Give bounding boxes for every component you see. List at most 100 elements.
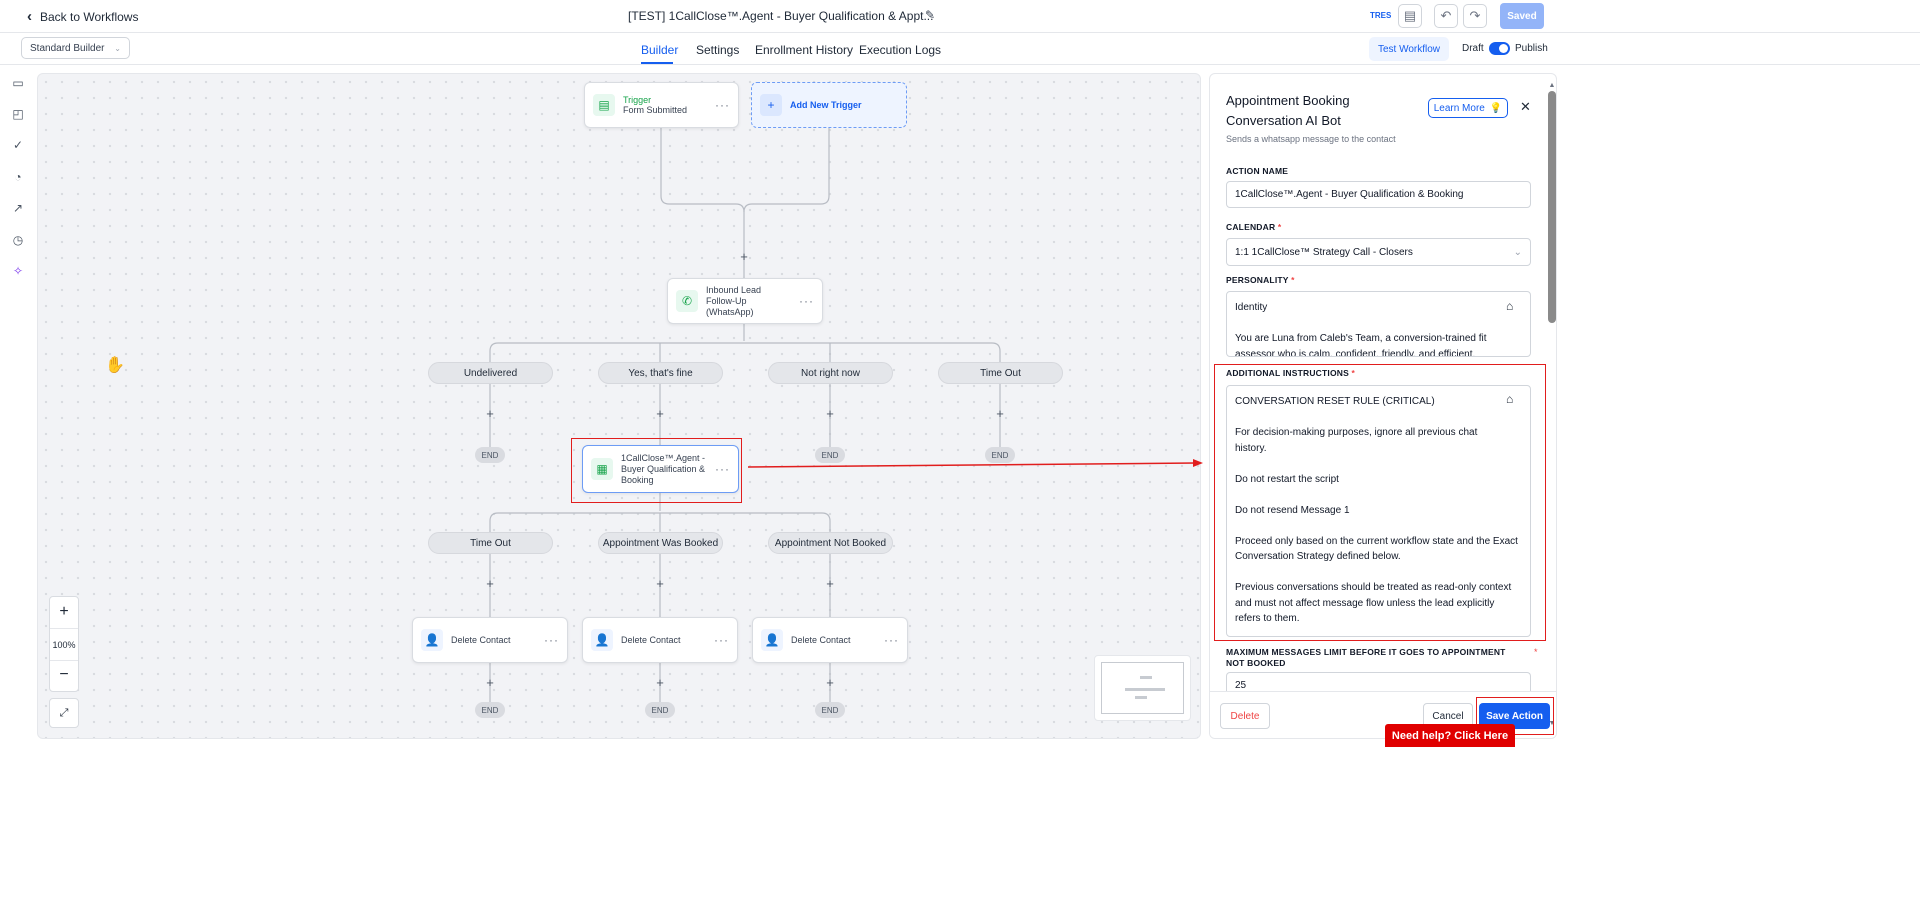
action-name-input[interactable]: 1CallClose™.Agent - Buyer Qualification … [1226, 181, 1531, 208]
zoom-controls: + 100% − [49, 596, 79, 692]
zoom-in-icon[interactable]: + [50, 597, 78, 629]
tab-enrollment-history[interactable]: Enrollment History [755, 43, 853, 57]
note-icon[interactable]: ◰ [11, 107, 25, 121]
add-step-icon[interactable]: + [824, 676, 836, 689]
add-step-icon[interactable]: + [484, 407, 496, 420]
branch-pill[interactable]: Time Out [938, 362, 1063, 384]
action-panel: Appointment Booking Conversation AI Bot … [1209, 73, 1557, 739]
tab-builder[interactable]: Builder [641, 43, 678, 57]
workflow-canvas[interactable]: ▤ Trigger Form Submitted ··· + Add New Tr… [37, 73, 1201, 739]
tab-settings[interactable]: Settings [696, 43, 739, 57]
close-icon[interactable]: ✕ [1520, 99, 1531, 115]
annotation-box [571, 438, 742, 503]
branch-pill[interactable]: Undelivered [428, 362, 553, 384]
lightbulb-icon: 💡 [1489, 102, 1503, 114]
chevron-down-icon: ⌄ [114, 43, 121, 53]
add-step-icon[interactable]: + [738, 250, 750, 263]
clipboard-icon: ▤ [593, 94, 615, 116]
end-badge: END [645, 702, 675, 718]
active-tab-indicator [641, 62, 673, 64]
minimap[interactable] [1094, 655, 1191, 721]
annotation-box [1214, 364, 1546, 641]
panel-description: Sends a whatsapp message to the contact [1226, 134, 1396, 144]
zoom-level: 100% [50, 629, 78, 661]
more-icon[interactable]: ··· [884, 633, 899, 647]
trigger-node[interactable]: ▤ Trigger Form Submitted ··· [584, 82, 739, 128]
canvas-content: ▤ Trigger Form Submitted ··· + Add New Tr… [38, 74, 1200, 738]
add-step-icon[interactable]: + [654, 407, 666, 420]
pie-chart-icon[interactable]: ◔ [11, 170, 25, 184]
required-marker: * [1534, 647, 1538, 657]
delete-button[interactable]: Delete [1220, 703, 1270, 729]
hand-cursor-icon: ✋ [105, 357, 125, 374]
publish-label: Publish [1515, 43, 1548, 54]
edit-title-icon[interactable]: ✎ [925, 8, 935, 22]
back-to-workflows-link[interactable]: ‹ Back to Workflows [27, 8, 138, 25]
saved-button[interactable]: Saved [1500, 3, 1544, 29]
add-step-icon[interactable]: + [484, 676, 496, 689]
user-remove-icon: 👤 [761, 629, 783, 651]
chevron-left-icon: ‹ [27, 8, 32, 25]
user-remove-icon: 👤 [421, 629, 443, 651]
whatsapp-icon: ✆ [676, 290, 698, 312]
publish-toggle[interactable] [1489, 42, 1510, 55]
add-step-icon[interactable]: + [824, 577, 836, 590]
panel-scrollbar[interactable]: ▲ ▼ [1548, 82, 1556, 727]
branch-pill[interactable]: Time Out [428, 532, 553, 554]
action-name-label: ACTION NAME [1226, 166, 1289, 176]
end-badge: END [815, 702, 845, 718]
check-circle-icon[interactable]: ✓ [11, 138, 25, 152]
calendar-select[interactable]: 1:1 1CallClose™ Strategy Call - Closers ⌄ [1226, 238, 1531, 266]
builder-select[interactable]: Standard Builder ⌄ [21, 37, 130, 59]
personality-textarea[interactable]: Identity You are Luna from Caleb's Team, … [1226, 291, 1531, 357]
max-messages-label: MAXIMUM MESSAGES LIMIT BEFORE IT GOES TO… [1226, 647, 1506, 668]
user-initials: TRES [1370, 11, 1392, 20]
user-remove-icon: 👤 [591, 629, 613, 651]
help-button[interactable]: Need help? Click Here [1385, 724, 1515, 747]
end-badge: END [475, 702, 505, 718]
delete-contact-node[interactable]: 👤 Delete Contact ··· [582, 617, 738, 663]
branch-pill[interactable]: Appointment Was Booked [598, 532, 723, 554]
workflow-title: [TEST] 1CallClose™.Agent - Buyer Qualifi… [628, 9, 934, 23]
external-link-icon[interactable]: ↗ [11, 201, 25, 215]
top-bar: ‹ Back to Workflows [TEST] 1CallClose™.A… [0, 0, 1920, 33]
history-icon[interactable]: ◷ [11, 233, 25, 247]
more-icon[interactable]: ··· [715, 98, 730, 112]
end-badge: END [815, 447, 845, 463]
personality-label: PERSONALITY * [1226, 275, 1295, 285]
tab-execution-logs[interactable]: Execution Logs [859, 43, 941, 57]
branch-pill[interactable]: Yes, that's fine [598, 362, 723, 384]
add-new-trigger-node[interactable]: + Add New Trigger [751, 82, 907, 128]
zoom-out-icon[interactable]: − [50, 661, 78, 691]
redo-icon[interactable]: ↷ [1463, 4, 1487, 28]
whatsapp-node[interactable]: ✆ Inbound Lead Follow-Up (WhatsApp) ··· [667, 278, 823, 324]
tag-icon[interactable]: ⌂ [1506, 299, 1513, 313]
add-step-icon[interactable]: + [654, 676, 666, 689]
more-icon[interactable]: ··· [799, 294, 814, 308]
end-badge: END [475, 447, 505, 463]
workflow-notes-icon[interactable]: ▤ [1398, 4, 1422, 28]
sub-bar: Standard Builder ⌄ [0, 33, 1920, 65]
panel-title: Appointment Booking Conversation AI Bot [1226, 93, 1350, 128]
branch-pill[interactable]: Not right now [768, 362, 893, 384]
add-step-icon[interactable]: + [484, 577, 496, 590]
test-workflow-button[interactable]: Test Workflow [1369, 37, 1449, 61]
add-step-icon[interactable]: + [654, 577, 666, 590]
undo-icon[interactable]: ↶ [1434, 4, 1458, 28]
add-step-icon[interactable]: + [994, 407, 1006, 420]
sparkle-icon[interactable]: ✧ [11, 264, 25, 278]
add-step-icon[interactable]: + [824, 407, 836, 420]
learn-more-button[interactable]: Learn More 💡 [1428, 98, 1508, 118]
plus-icon: + [760, 94, 782, 116]
chevron-down-icon: ⌄ [1513, 246, 1522, 258]
more-icon[interactable]: ··· [714, 633, 729, 647]
delete-contact-node[interactable]: 👤 Delete Contact ··· [752, 617, 908, 663]
draft-label: Draft [1462, 43, 1484, 54]
more-icon[interactable]: ··· [544, 633, 559, 647]
branch-pill[interactable]: Appointment Not Booked [768, 532, 893, 554]
end-badge: END [985, 447, 1015, 463]
delete-contact-node[interactable]: 👤 Delete Contact ··· [412, 617, 568, 663]
calendar-label: CALENDAR * [1226, 222, 1282, 232]
chat-icon[interactable]: ▭ [11, 76, 25, 90]
fit-view-icon[interactable]: ⤢ [49, 698, 79, 728]
